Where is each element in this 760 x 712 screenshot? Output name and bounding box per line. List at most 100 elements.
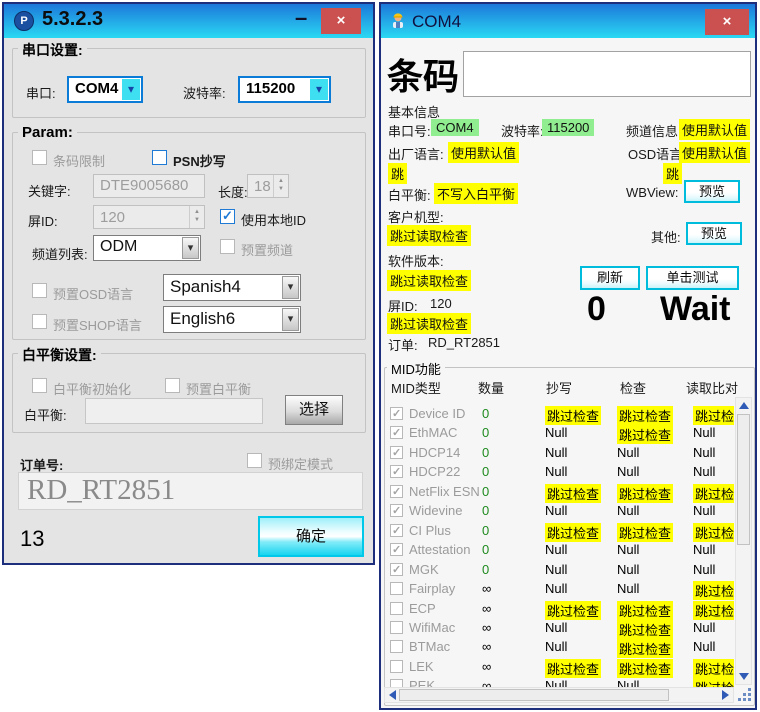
wb-init-checkbox[interactable]	[32, 378, 47, 393]
mid-row-checkbox[interactable]	[390, 485, 403, 498]
close-button[interactable]: ×	[321, 8, 361, 34]
scroll-left-icon[interactable]	[389, 690, 396, 700]
barcode-limit-checkbox[interactable]	[32, 150, 47, 165]
ok-button[interactable]: 确定	[258, 516, 364, 557]
mid-copy-value: 跳过检查	[545, 659, 601, 678]
p-icon-letter: P	[20, 15, 27, 27]
mid-type-label: CI Plus	[409, 523, 451, 538]
window-left: P 5.3.2.3 – × 串口设置: 串口: COM4 波特率: 115200…	[2, 2, 375, 565]
mid-copy-value: 跳过检查	[545, 601, 601, 620]
mid-read-value: Null	[693, 620, 715, 635]
mid-read-value: 跳过检查	[693, 659, 734, 678]
mid-qty-value: 0	[482, 464, 489, 479]
preset-channel-checkbox[interactable]	[220, 239, 235, 254]
mid-copy-value: Null	[545, 425, 567, 440]
mid-row-checkbox[interactable]	[390, 582, 403, 595]
click-test-button[interactable]: 单击测试	[646, 266, 739, 290]
barcode-limit-label: 条码限制	[53, 151, 105, 170]
mid-type-label: Fairplay	[409, 581, 455, 596]
other-preview-button[interactable]: 预览	[686, 222, 742, 245]
port-select[interactable]: COM4	[67, 76, 143, 103]
close-button[interactable]: ×	[705, 9, 749, 35]
screen-id-value: 120	[430, 296, 452, 311]
resize-grip[interactable]	[737, 687, 753, 703]
factory-lang-chip: 使用默认值	[448, 142, 519, 163]
scroll-down-icon[interactable]	[739, 673, 749, 680]
length-label: 长度:	[218, 182, 248, 201]
mid-row-checkbox[interactable]	[390, 465, 403, 478]
preset-shop-checkbox[interactable]	[32, 314, 47, 329]
mid-qty-value: ∞	[482, 601, 491, 616]
window-title: COM4	[412, 12, 461, 32]
keyword-field[interactable]: DTE9005680	[93, 174, 205, 198]
chevron-down-icon[interactable]	[182, 237, 199, 259]
channel-info-chip: 使用默认值	[679, 119, 750, 140]
scroll-right-icon[interactable]	[722, 690, 729, 700]
channel-list-select[interactable]: ODM	[93, 235, 201, 261]
wb-field-label: 白平衡:	[24, 405, 67, 424]
shop-language-select[interactable]: English6	[163, 306, 301, 333]
minimize-button[interactable]: –	[295, 5, 307, 31]
use-local-id-checkbox[interactable]	[220, 209, 235, 224]
mid-check-value: 跳过检查	[617, 601, 673, 620]
chevron-down-icon[interactable]	[282, 308, 299, 331]
length-stepper[interactable]: 18	[247, 174, 289, 198]
select-button[interactable]: 选择	[285, 395, 343, 425]
preview-button-label: 预览	[699, 184, 725, 199]
chevron-down-icon[interactable]	[282, 276, 299, 299]
psn-copy-checkbox[interactable]	[152, 150, 167, 165]
mid-row-checkbox[interactable]	[390, 407, 403, 420]
mid-check-value: Null	[617, 503, 639, 518]
mid-row-checkbox[interactable]	[390, 640, 403, 653]
wb-path-field[interactable]	[85, 398, 263, 424]
barcode-input[interactable]	[463, 51, 751, 97]
prebind-mode-checkbox[interactable]	[247, 453, 262, 468]
vertical-scrollbar[interactable]	[735, 397, 752, 685]
baud-label: 波特率:	[501, 121, 544, 140]
scroll-up-icon[interactable]	[739, 402, 749, 409]
vertical-scrollbar-thumb[interactable]	[737, 414, 750, 545]
table-row: Widevine0NullNullNull	[390, 502, 734, 521]
mid-read-value: Null	[693, 503, 715, 518]
spinner-arrows-icon[interactable]	[273, 175, 288, 197]
worker-icon	[389, 11, 407, 29]
wbview-preview-button[interactable]: 预览	[684, 180, 740, 203]
mid-row-checkbox[interactable]	[390, 426, 403, 439]
mid-row-checkbox[interactable]	[390, 524, 403, 537]
col-header-check: 检查	[620, 378, 646, 397]
osd-language-select[interactable]: Spanish4	[163, 274, 301, 301]
mid-row-checkbox[interactable]	[390, 660, 403, 673]
table-row: HDCP140NullNullNull	[390, 444, 734, 463]
screen-id-stepper[interactable]: 120	[93, 205, 205, 229]
mid-read-value: 跳过检查	[693, 523, 734, 542]
mid-row-checkbox[interactable]	[390, 621, 403, 634]
mid-row-checkbox[interactable]	[390, 543, 403, 556]
skip-read-check-chip: 跳过读取检查	[387, 225, 471, 246]
preset-osd-checkbox[interactable]	[32, 283, 47, 298]
horizontal-scrollbar[interactable]	[384, 687, 734, 703]
keyword-label: 关键字:	[28, 181, 71, 200]
table-row: EthMAC0Null跳过检查Null	[390, 424, 734, 443]
mid-row-checkbox[interactable]	[390, 563, 403, 576]
table-row: ECP∞跳过检查跳过检查跳过检查	[390, 600, 734, 619]
other-label: 其他:	[651, 227, 681, 246]
counter-value: 13	[20, 526, 44, 552]
mid-row-checkbox[interactable]	[390, 504, 403, 517]
mid-row-checkbox[interactable]	[390, 602, 403, 615]
refresh-button[interactable]: 刷新	[580, 266, 640, 290]
baud-select[interactable]: 115200	[238, 76, 331, 103]
spinner-arrows-icon[interactable]	[189, 206, 204, 228]
channel-info-label: 频道信息:	[626, 121, 682, 140]
chevron-down-icon[interactable]	[122, 79, 140, 100]
order-number-value: RD_RT2851	[27, 474, 175, 506]
order-number-field[interactable]: RD_RT2851	[18, 472, 363, 510]
horizontal-scrollbar-thumb[interactable]	[399, 689, 669, 701]
mid-row-checkbox[interactable]	[390, 446, 403, 459]
preset-wb-checkbox[interactable]	[165, 378, 180, 393]
mid-type-label: BTMac	[409, 639, 450, 654]
chevron-down-icon[interactable]	[310, 79, 328, 100]
mid-qty-value: 0	[482, 503, 489, 518]
mid-type-label: Attestation	[409, 542, 470, 557]
right-titlebar[interactable]: COM4 ×	[381, 4, 755, 38]
left-titlebar[interactable]: P 5.3.2.3 – ×	[4, 4, 373, 38]
